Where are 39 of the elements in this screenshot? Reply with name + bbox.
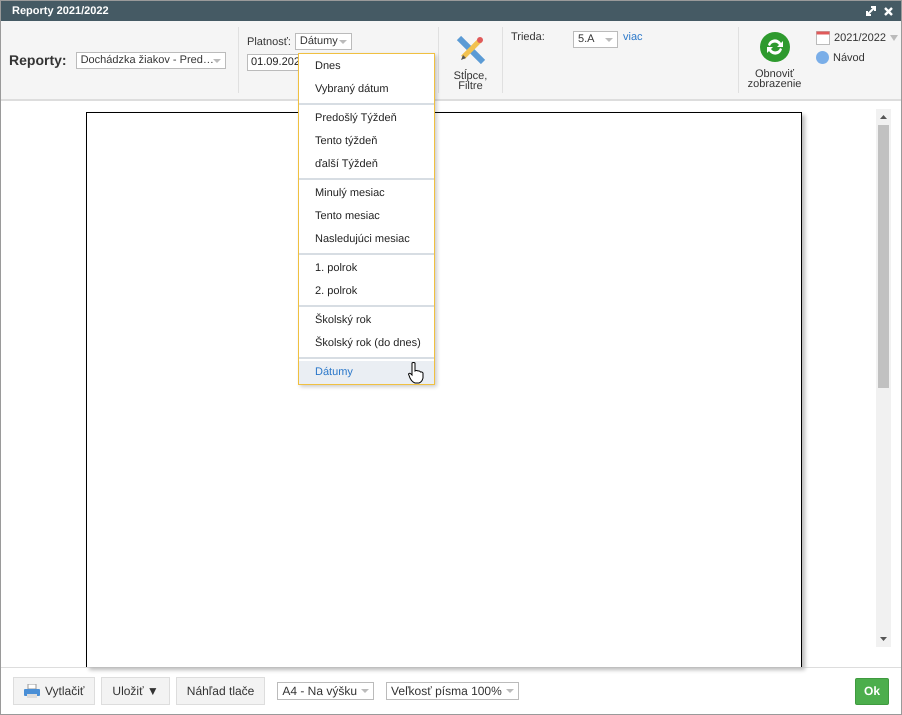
page-format-select[interactable]: A4 - Na výšku — [277, 682, 374, 700]
print-preview-button[interactable]: Náhľad tlače — [176, 677, 266, 705]
menu-item[interactable]: Predošlý Týždeň — [299, 107, 434, 130]
window-title: Reporty 2021/2022 — [12, 5, 109, 17]
scroll-up-icon[interactable] — [880, 115, 887, 119]
menu-item[interactable]: Tento týždeň — [299, 130, 434, 153]
calendar-icon — [816, 31, 830, 45]
year-select[interactable]: 2021/2022 — [834, 32, 886, 44]
menu-item[interactable]: Nasledujúci mesiac — [299, 228, 434, 251]
save-button[interactable]: Uložiť ▼ — [101, 677, 170, 705]
menu-item[interactable]: Dnes — [299, 55, 434, 78]
menu-item[interactable]: Dátumy — [299, 361, 434, 384]
report-select[interactable]: Dochádzka žiakov - Pred… — [76, 52, 226, 68]
font-size-select[interactable]: Veľkosť písma 100% — [386, 682, 519, 700]
class-label: Trieda: — [511, 31, 546, 43]
help-icon — [816, 51, 829, 64]
menu-item[interactable]: Vybraný dátum — [299, 78, 434, 101]
menu-item[interactable]: Tento mesiac — [299, 205, 434, 228]
menu-item[interactable]: Minulý mesiac — [299, 182, 434, 205]
scroll-down-icon[interactable] — [880, 637, 887, 641]
menu-item[interactable]: ďalší Týždeň — [299, 153, 434, 176]
menu-item[interactable]: 2. polrok — [299, 280, 434, 303]
close-icon[interactable] — [884, 6, 893, 16]
scrollbar[interactable] — [876, 109, 891, 647]
refresh-icon — [758, 31, 790, 63]
menu-item[interactable]: Školský rok (do dnes) — [299, 332, 434, 355]
menu-item[interactable]: Školský rok — [299, 309, 434, 332]
resize-icon[interactable] — [866, 6, 876, 16]
help-link[interactable]: Návod — [833, 52, 865, 64]
refresh-button[interactable]: Obnoviť zobrazenie — [747, 27, 802, 93]
print-button[interactable]: Vytlačiť — [13, 677, 96, 705]
printer-icon — [24, 684, 40, 698]
reports-label: Reporty: — [9, 52, 67, 68]
class-select[interactable]: 5.A — [573, 31, 618, 48]
more-link[interactable]: viac — [623, 31, 643, 43]
validity-select[interactable]: Dátumy — [294, 33, 352, 50]
menu-item[interactable]: 1. polrok — [299, 257, 434, 280]
columns-button[interactable]: Stĺpce, Filtre — [447, 27, 494, 93]
validity-label: Platnosť: — [247, 36, 291, 48]
